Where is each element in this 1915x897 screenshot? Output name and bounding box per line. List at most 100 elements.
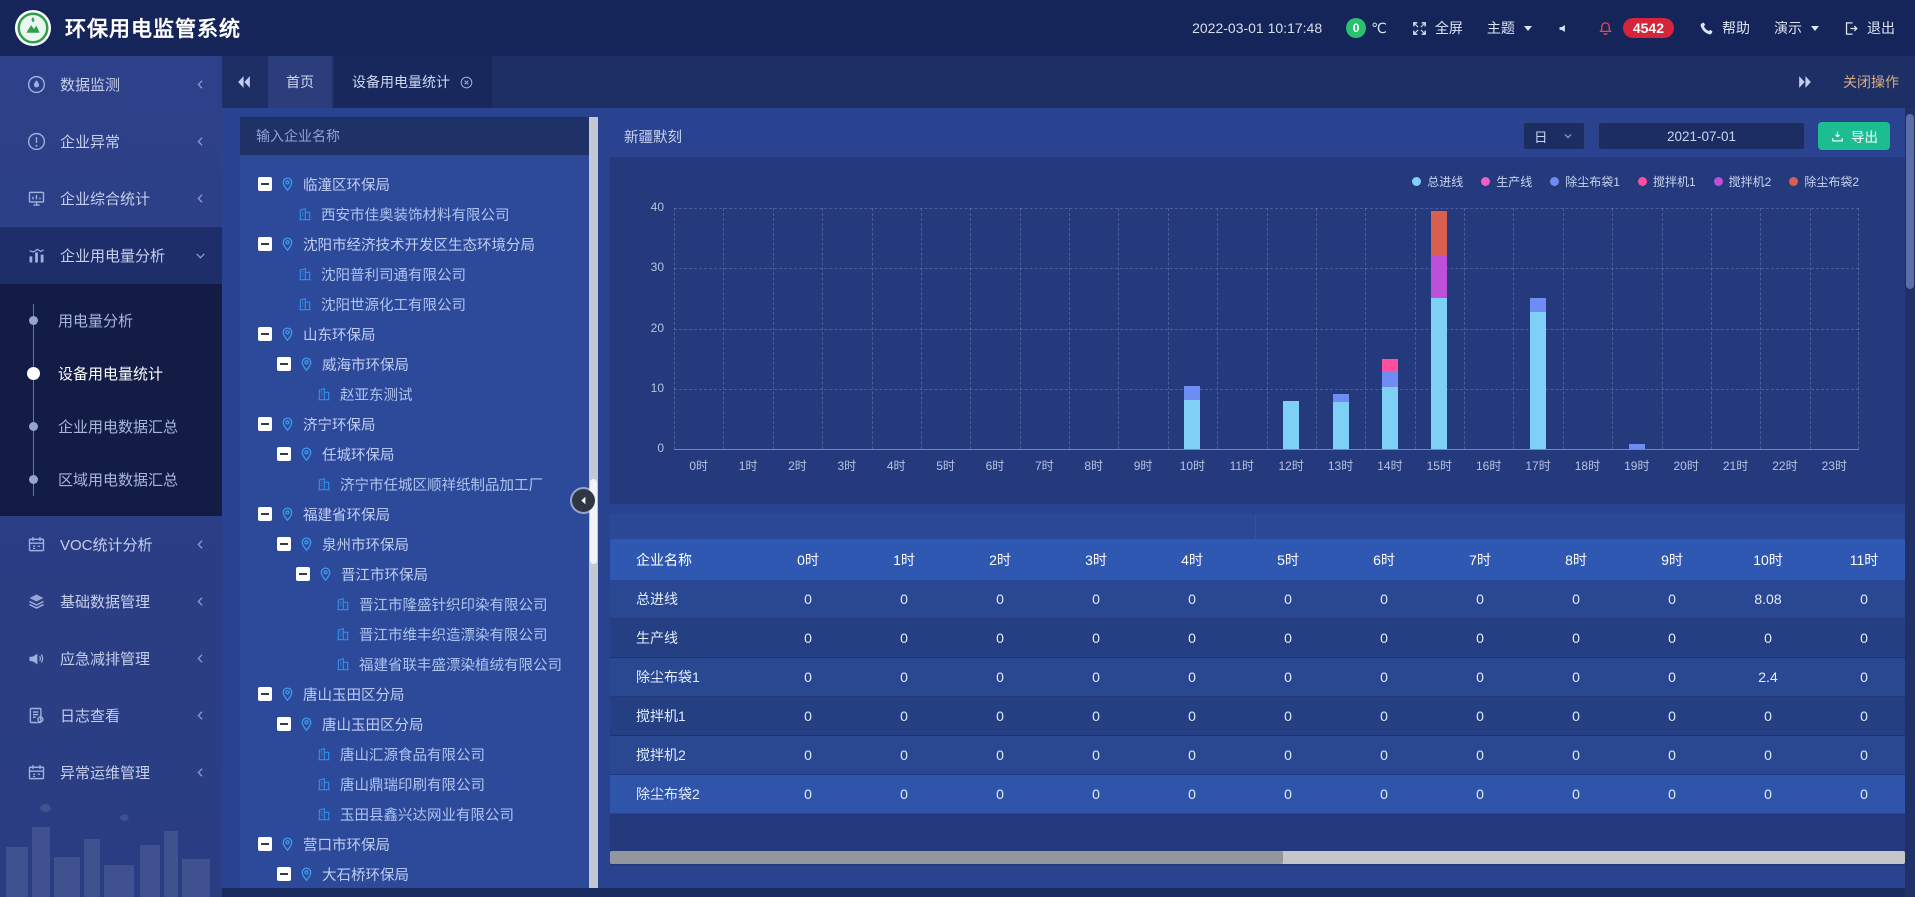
table-header-row: 企业名称0时1时2时3时4时5时6时7时8时9时10时11时 (610, 539, 1905, 580)
chevron-left-icon (193, 594, 208, 609)
tree-node-company[interactable]: 玉田县鑫兴达网业有限公司 (240, 799, 598, 829)
tree-node-bureau[interactable]: 任城环保局 (240, 439, 598, 469)
tree-node-company[interactable]: 济宁市任城区顺祥纸制品加工厂 (240, 469, 598, 499)
theme-dropdown[interactable]: 主题 (1487, 18, 1532, 38)
page-scrollbar[interactable] (1905, 108, 1915, 897)
phone-icon (1698, 20, 1715, 37)
export-button[interactable]: 导出 (1818, 122, 1890, 150)
sidebar-item-label: 数据监测 (60, 74, 193, 95)
sidebar-item[interactable]: 日志查看 (0, 687, 222, 744)
sidebar-item[interactable]: VOC统计分析 (0, 516, 222, 573)
table-row[interactable]: 搅拌机2000000000000 (610, 736, 1905, 775)
collapse-minus-icon[interactable] (258, 177, 272, 191)
period-select[interactable]: 日 (1523, 122, 1585, 150)
tree-node-company[interactable]: 沈阳普利司通有限公司 (240, 259, 598, 289)
table-row[interactable]: 搅拌机1000000000000 (610, 697, 1905, 736)
close-operations-button[interactable]: 关闭操作 (1843, 72, 1899, 92)
tree-node-company[interactable]: 唐山鼎瑞印刷有限公司 (240, 769, 598, 799)
table-row[interactable]: 生产线000000000000 (610, 619, 1905, 658)
demo-dropdown[interactable]: 演示 (1774, 18, 1819, 38)
collapse-minus-icon[interactable] (296, 567, 310, 581)
tree-node-bureau[interactable]: 临潼区环保局 (240, 169, 598, 199)
table-cell: 0 (1624, 580, 1720, 618)
sidebar-subitem[interactable]: 区域用电数据汇总 (0, 453, 222, 506)
tree-node-bureau[interactable]: 营口市环保局 (240, 829, 598, 859)
tree-node-company[interactable]: 晋江市隆盛针织印染有限公司 (240, 589, 598, 619)
tree-node-company[interactable]: 福建省联丰盛漂染植绒有限公司 (240, 649, 598, 679)
sidebar-item[interactable]: 应急减排管理 (0, 630, 222, 687)
main-content: 临潼区环保局西安市佳奥装饰材料有限公司沈阳市经济技术开发区生态环境分局沈阳普利司… (222, 108, 1915, 897)
table-cell: 0 (760, 775, 856, 813)
mute-button[interactable] (1556, 20, 1573, 37)
fullscreen-button[interactable]: 全屏 (1411, 18, 1463, 38)
tree-node-company[interactable]: 西安市佳奥装饰材料有限公司 (240, 199, 598, 229)
tree-node-bureau[interactable]: 沈阳市经济技术开发区生态环境分局 (240, 229, 598, 259)
date-picker-input[interactable] (1598, 122, 1805, 150)
collapse-minus-icon[interactable] (258, 687, 272, 701)
legend-item[interactable]: 生产线 (1481, 173, 1532, 190)
tabs-scroll-right-icon[interactable] (1795, 72, 1815, 92)
legend-item[interactable]: 搅拌机1 (1638, 173, 1696, 190)
tree-node-bureau[interactable]: 晋江市环保局 (240, 559, 598, 589)
tree-node-bureau[interactable]: 唐山玉田区分局 (240, 709, 598, 739)
grid-hline (674, 268, 1859, 269)
collapse-minus-icon[interactable] (277, 537, 291, 551)
tab-close-icon[interactable] (459, 75, 474, 90)
tree-node-company[interactable]: 沈阳世源化工有限公司 (240, 289, 598, 319)
tree-node-bureau[interactable]: 大石桥环保局 (240, 859, 598, 888)
collapse-minus-icon[interactable] (258, 237, 272, 251)
sidebar-item[interactable]: 企业综合统计 (0, 170, 222, 227)
sidebar-item[interactable]: 企业异常 (0, 113, 222, 170)
collapse-minus-icon[interactable] (277, 867, 291, 881)
collapse-minus-icon[interactable] (277, 717, 291, 731)
tab-active[interactable]: 设备用电量统计 (334, 56, 492, 108)
tree-node-company[interactable]: 赵亚东测试 (240, 379, 598, 409)
help-button[interactable]: 帮助 (1698, 18, 1750, 38)
bar-segment (1431, 256, 1447, 298)
legend-item[interactable]: 搅拌机2 (1714, 173, 1772, 190)
tree-node-company[interactable]: 唐山汇源食品有限公司 (240, 739, 598, 769)
collapse-minus-icon[interactable] (277, 447, 291, 461)
x-axis-label: 10时 (1169, 457, 1215, 474)
table-row[interactable]: 总进线00000000008.080 (610, 580, 1905, 619)
sidebar-subitem[interactable]: 设备用电量统计 (0, 347, 222, 400)
horizontal-scrollbar[interactable] (610, 851, 1905, 864)
tree-node-bureau[interactable]: 济宁环保局 (240, 409, 598, 439)
tree-node-bureau[interactable]: 泉州市环保局 (240, 529, 598, 559)
table-row[interactable]: 除尘布袋2000000000000 (610, 775, 1905, 814)
notifications-button[interactable]: 4542 (1597, 18, 1674, 38)
tree-node-bureau[interactable]: 唐山玉田区分局 (240, 679, 598, 709)
sidebar-item[interactable]: 基础数据管理 (0, 573, 222, 630)
table-cell: 0 (1336, 658, 1432, 696)
collapse-minus-icon[interactable] (258, 417, 272, 431)
table-cell: 0 (952, 580, 1048, 618)
temperature-unit: ℃ (1371, 20, 1387, 37)
tree-node-label: 任城环保局 (322, 444, 395, 465)
legend-item[interactable]: 总进线 (1412, 173, 1463, 190)
tabs-container: 首页设备用电量统计 (268, 56, 494, 108)
tree-node-bureau[interactable]: 山东环保局 (240, 319, 598, 349)
company-search-input[interactable] (254, 127, 584, 145)
collapse-minus-icon[interactable] (258, 327, 272, 341)
tab-item[interactable]: 首页 (268, 56, 332, 108)
tree-node-label: 济宁市任城区顺祥纸制品加工厂 (340, 474, 543, 495)
collapse-minus-icon[interactable] (277, 357, 291, 371)
page-scrollbar-thumb[interactable] (1906, 114, 1914, 289)
collapse-minus-icon[interactable] (258, 837, 272, 851)
tree-node-bureau[interactable]: 福建省环保局 (240, 499, 598, 529)
table-row[interactable]: 除尘布袋100000000002.40 (610, 658, 1905, 697)
sidebar-item[interactable]: 企业用电量分析 (0, 227, 222, 284)
collapse-minus-icon[interactable] (258, 507, 272, 521)
legend-item[interactable]: 除尘布袋1 (1550, 173, 1620, 190)
tree-node-bureau[interactable]: 威海市环保局 (240, 349, 598, 379)
sidebar-subitem[interactable]: 企业用电数据汇总 (0, 400, 222, 453)
tree-collapse-button[interactable] (572, 489, 595, 512)
horizontal-scrollbar-thumb[interactable] (610, 851, 1283, 864)
tabs-scroll-left-icon[interactable] (234, 72, 254, 92)
table-cell: 0 (856, 580, 952, 618)
tree-node-company[interactable]: 晋江市维丰织造漂染有限公司 (240, 619, 598, 649)
logout-button[interactable]: 退出 (1843, 18, 1895, 38)
legend-item[interactable]: 除尘布袋2 (1789, 173, 1859, 190)
sidebar-item[interactable]: 数据监测 (0, 56, 222, 113)
sidebar-subitem[interactable]: 用电量分析 (0, 294, 222, 347)
